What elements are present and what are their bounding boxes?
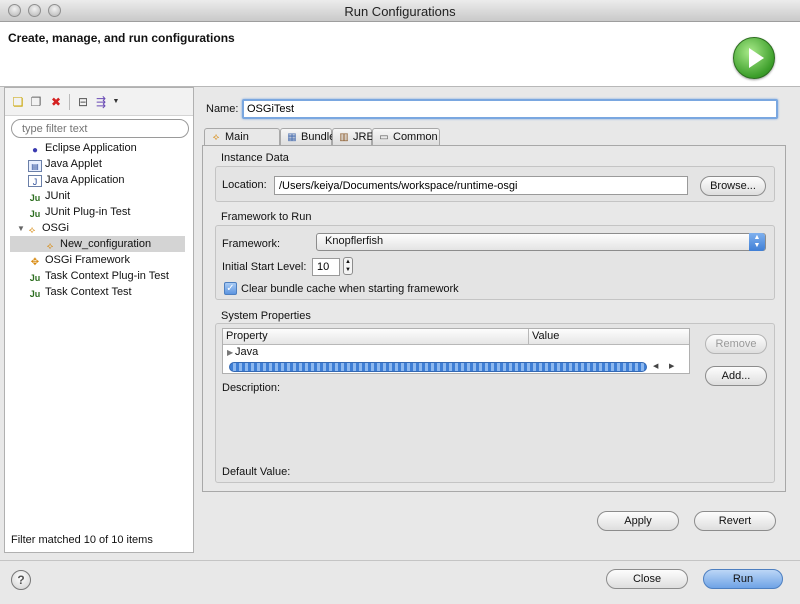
clear-cache-label: Clear bundle cache when starting framewo… xyxy=(241,283,459,295)
task-context-plugin-icon: Ju xyxy=(29,273,41,283)
select-arrows-icon: ▲ ▼ xyxy=(749,233,765,251)
tree-item-java-applet[interactable]: ▤ Java Applet xyxy=(28,156,102,172)
junit-icon: Ju xyxy=(29,193,41,203)
config-toolbar: ❏ ❐ ✖ ⊟ ⇶ ▼ xyxy=(5,88,193,116)
framework-select[interactable]: Knopflerfish ▲ ▼ xyxy=(316,233,766,251)
remove-button[interactable]: Remove xyxy=(705,334,767,354)
chevron-right-icon[interactable]: ▶ xyxy=(227,345,235,360)
tab-content: Instance Data Location: Browse... Framew… xyxy=(202,145,786,492)
scroll-right-icon[interactable]: ▶ xyxy=(669,362,674,370)
clear-cache-checkbox[interactable]: ✓ xyxy=(224,282,237,295)
chevron-expanded-icon[interactable]: ▼ xyxy=(17,221,25,237)
footer-divider xyxy=(0,560,800,561)
horizontal-scrollbar[interactable] xyxy=(229,362,647,372)
tree-item-new-configuration[interactable]: ⟡ New_configuration xyxy=(10,236,185,252)
filter-menu-icon[interactable]: ⇶ xyxy=(94,95,108,109)
apply-button[interactable]: Apply xyxy=(597,511,679,531)
tree-item-task-context-plugin-test[interactable]: Ju Task Context Plug-in Test xyxy=(28,268,169,284)
duplicate-config-icon[interactable]: ❐ xyxy=(29,95,43,109)
help-icon[interactable]: ? xyxy=(11,570,31,590)
add-property-button[interactable]: Add... xyxy=(705,366,767,386)
system-properties-group: Property Value ▶ Java ◀ ▶ Remove Add... D… xyxy=(215,323,775,483)
tree-item-osgi-framework[interactable]: ✥ OSGi Framework xyxy=(28,252,130,268)
dialog-header: Create, manage, and run configurations xyxy=(0,22,800,87)
toolbar-divider xyxy=(69,94,70,110)
scroll-left-icon[interactable]: ◀ xyxy=(653,362,658,370)
description-label: Description: xyxy=(222,382,281,394)
filter-status: Filter matched 10 of 10 items xyxy=(11,534,153,546)
task-context-icon: Ju xyxy=(29,289,41,299)
tree-item-junit[interactable]: Ju JUnit xyxy=(28,188,70,204)
location-label: Location: xyxy=(222,179,267,191)
jre-tab-icon: ▥ xyxy=(339,132,349,143)
browse-button[interactable]: Browse... xyxy=(700,176,766,196)
tab-common[interactable]: ▭ Common xyxy=(372,128,440,146)
tree-item-eclipse-application[interactable]: ● Eclipse Application xyxy=(28,140,137,156)
instance-data-title: Instance Data xyxy=(221,152,289,164)
framework-label: Framework: xyxy=(222,238,281,250)
framework-group: Framework: Knopflerfish ▲ ▼ Initial Start… xyxy=(215,225,775,300)
bundles-tab-icon: ▦ xyxy=(287,132,297,143)
name-label: Name: xyxy=(206,103,239,115)
location-input[interactable] xyxy=(274,176,688,195)
common-tab-icon: ▭ xyxy=(379,132,389,143)
column-header-value[interactable]: Value xyxy=(529,329,689,345)
config-list-panel: ❏ ❐ ✖ ⊟ ⇶ ▼ ●Eclipse Application ▤Java A… xyxy=(4,87,194,553)
run-button[interactable]: Run xyxy=(703,569,783,589)
tree-item-task-context-test[interactable]: Ju Task Context Test xyxy=(28,284,132,300)
chevron-down-icon[interactable]: ▼ xyxy=(109,95,123,109)
tree-item-osgi[interactable]: ▼ ⟡ OSGi xyxy=(17,220,69,236)
name-input[interactable] xyxy=(242,99,778,119)
title-bar: Run Configurations xyxy=(0,0,800,22)
java-application-icon: J xyxy=(28,175,42,187)
tree-item-java-application[interactable]: J Java Application xyxy=(28,172,125,188)
start-level-input[interactable] xyxy=(312,258,340,276)
tree-item-junit-plugin-test[interactable]: Ju JUnit Plug-in Test xyxy=(28,204,131,220)
table-row[interactable]: ▶ Java xyxy=(227,345,258,360)
column-header-property[interactable]: Property xyxy=(223,329,529,345)
revert-button[interactable]: Revert xyxy=(694,511,776,531)
header-title: Create, manage, and run configurations xyxy=(8,31,235,45)
tab-jre[interactable]: ▥ JRE xyxy=(332,128,374,146)
start-level-label: Initial Start Level: xyxy=(222,261,307,273)
framework-title: Framework to Run xyxy=(221,211,312,223)
system-properties-title: System Properties xyxy=(221,310,311,322)
run-banner-icon xyxy=(733,37,775,79)
default-value-label: Default Value: xyxy=(222,466,291,478)
java-applet-icon: ▤ xyxy=(28,160,42,172)
instance-data-group: Location: Browse... xyxy=(215,166,775,202)
main-tab-icon: ⟡ xyxy=(212,132,220,143)
close-button[interactable]: Close xyxy=(606,569,688,589)
filter-input[interactable] xyxy=(11,119,189,138)
collapse-all-icon[interactable]: ⊟ xyxy=(76,95,90,109)
delete-config-icon[interactable]: ✖ xyxy=(49,95,63,109)
new-config-icon[interactable]: ❏ xyxy=(11,95,25,109)
start-level-stepper[interactable]: ▲ ▼ xyxy=(343,257,353,275)
window-title: Run Configurations xyxy=(344,4,456,19)
properties-table[interactable]: Property Value ▶ Java ◀ ▶ xyxy=(222,328,690,374)
junit-plugin-icon: Ju xyxy=(29,209,41,219)
tab-bundles[interactable]: ▦ Bundles xyxy=(280,128,341,146)
